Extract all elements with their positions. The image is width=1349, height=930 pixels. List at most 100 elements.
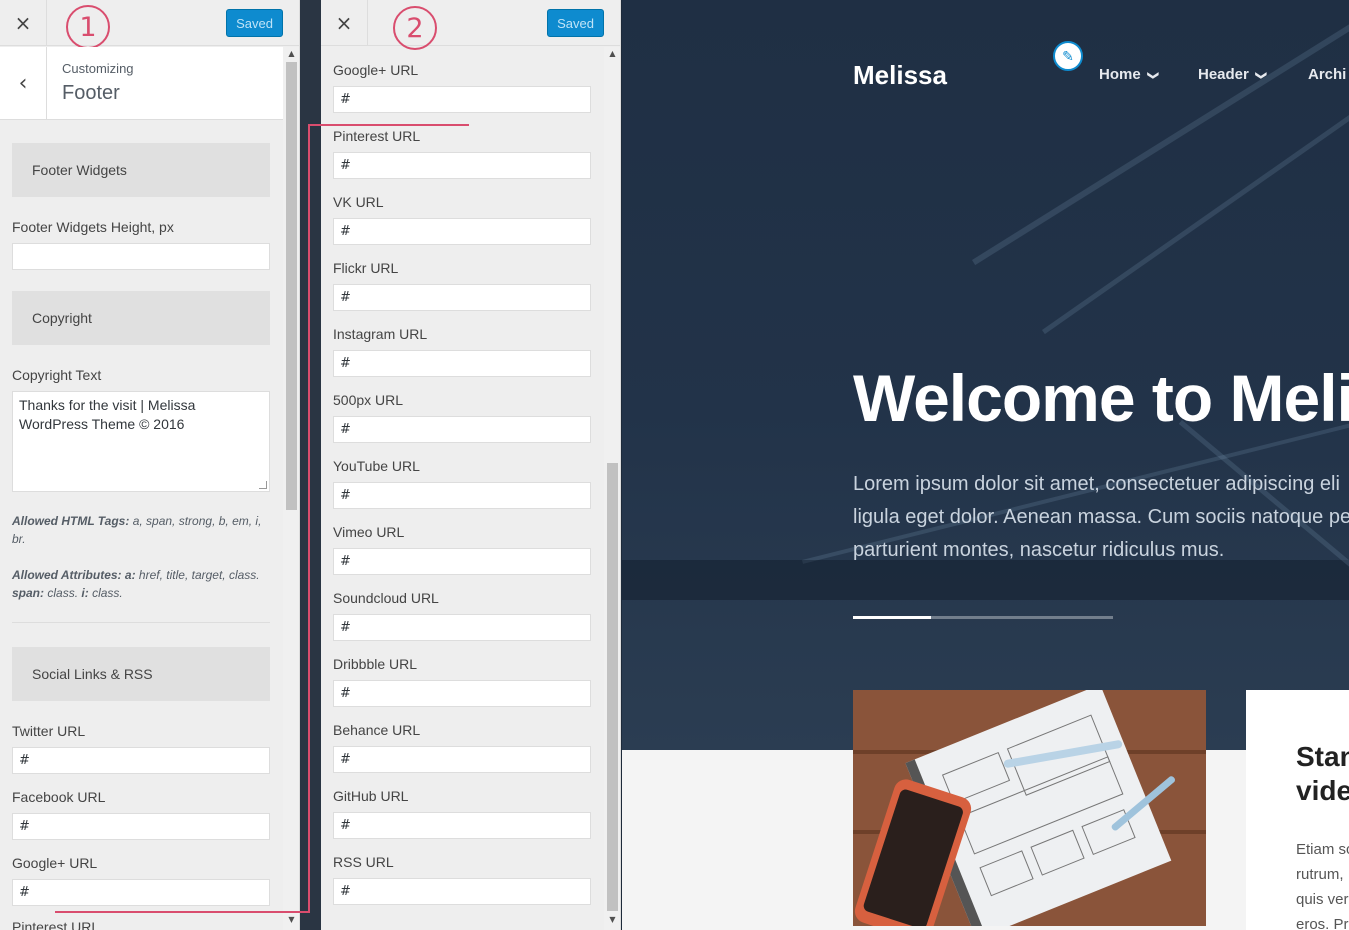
attr-i-label: i:	[81, 586, 89, 600]
flickr-url-input[interactable]: #	[333, 284, 591, 311]
instagram-url-input[interactable]: #	[333, 350, 591, 377]
card-text-line: quis ver	[1296, 891, 1349, 908]
customizer-panel-scrolled: × 2 Saved Google+ URL # Pinterest URL # VK U…	[321, 0, 621, 930]
customizer-topbar: × 2 Saved	[321, 0, 620, 50]
resize-handle[interactable]	[259, 481, 267, 489]
copyright-text-label: Copyright Text	[12, 367, 102, 383]
copyright-section: Copyright	[12, 291, 270, 345]
scroll-up-arrow-icon[interactable]: ▲	[604, 47, 620, 59]
annotation-connector-top	[308, 124, 469, 126]
hero-text-line: ligula eget dolor. Aenean massa. Cum soc…	[853, 506, 1349, 528]
behance-url-label: Behance URL	[333, 722, 421, 738]
500px-url-input[interactable]: #	[333, 416, 591, 443]
soundcloud-url-input[interactable]: #	[333, 614, 591, 641]
scrollbar-thumb[interactable]	[286, 62, 297, 510]
youtube-url-input[interactable]: #	[333, 482, 591, 509]
customizer-topbar: × 1 Saved	[0, 0, 299, 49]
nav-item-home[interactable]: Home ❯	[1099, 66, 1159, 83]
site-logo-text[interactable]: Melissa	[853, 60, 947, 91]
vk-url-label: VK URL	[333, 194, 384, 210]
rss-url-label: RSS URL	[333, 854, 394, 870]
slider-progress-bar[interactable]	[853, 616, 1113, 619]
attr-a-label: a:	[124, 568, 136, 582]
step-number-badge: 1	[66, 5, 110, 49]
allowed-tags-note: Allowed HTML Tags: a, span, strong, b, e…	[12, 512, 270, 548]
scroll-up-arrow-icon[interactable]: ▲	[283, 47, 299, 59]
site-preview: Melissa ✎ Home ❯ Header ❯ Archi Welcome to…	[622, 0, 1349, 930]
copyright-text-textarea[interactable]: Thanks for the visit | Melissa WordPress…	[12, 391, 270, 492]
card-text-line: eros. Pr	[1296, 916, 1349, 930]
facebook-url-input[interactable]: #	[12, 813, 270, 840]
scrollbar-thumb[interactable]	[607, 463, 618, 911]
nav-item-header[interactable]: Header ❯	[1198, 66, 1267, 83]
annotation-connector-bottom	[55, 911, 309, 913]
annotation-connector-vertical	[308, 125, 310, 913]
allowed-tags-label: Allowed HTML Tags:	[12, 514, 130, 528]
divider	[12, 622, 270, 623]
twitter-url-input[interactable]: #	[12, 747, 270, 774]
hero-text-line: parturient montes, nascetur ridiculus mu…	[853, 539, 1225, 561]
behance-url-input[interactable]: #	[333, 746, 591, 773]
facebook-url-label: Facebook URL	[12, 789, 106, 805]
soundcloud-url-label: Soundcloud URL	[333, 590, 439, 606]
google-url-input[interactable]: #	[333, 86, 591, 113]
youtube-url-label: YouTube URL	[333, 458, 420, 474]
nav-label: Home	[1099, 66, 1141, 83]
scroll-down-arrow-icon[interactable]: ▼	[283, 913, 299, 925]
vimeo-url-input[interactable]: #	[333, 548, 591, 575]
widgets-height-input[interactable]	[12, 243, 270, 270]
pinterest-url-input[interactable]: #	[333, 152, 591, 179]
saved-button[interactable]: Saved	[226, 9, 283, 37]
nav-label: Archi	[1308, 66, 1347, 83]
allowed-attributes-note: Allowed Attributes: a: href, title, targ…	[12, 566, 270, 602]
vimeo-url-label: Vimeo URL	[333, 524, 405, 540]
github-url-label: GitHub URL	[333, 788, 409, 804]
vk-url-input[interactable]: #	[333, 218, 591, 245]
googleplus-url-input[interactable]: #	[12, 879, 270, 906]
googleplus-url-label: Google+ URL	[12, 855, 98, 871]
background-beam	[972, 0, 1349, 266]
social-links-section: Social Links & RSS	[12, 647, 270, 701]
twitter-url-label: Twitter URL	[12, 723, 86, 739]
card-text-line: rutrum,	[1296, 866, 1344, 883]
customizer-panel-footer: × 1 Saved ‹ Customizing Footer Footer Wi…	[0, 0, 300, 930]
copyright-text-value: Thanks for the visit | Melissa WordPress…	[19, 397, 196, 432]
pinterest-url-label: Pinterest URL	[333, 128, 421, 144]
card-title-line: Stan	[1296, 741, 1349, 772]
customizing-label: Customizing	[62, 61, 134, 76]
background-beam	[1042, 66, 1349, 335]
nav-item-archive[interactable]: Archi	[1308, 66, 1346, 83]
close-customizer-button[interactable]: ×	[0, 0, 47, 46]
close-icon: ×	[14, 11, 32, 35]
panel1-scrollbar[interactable]: ▲ ▼	[283, 47, 299, 930]
post-card-title[interactable]: Stan vide	[1296, 740, 1349, 808]
preview-backdrop-strip	[300, 0, 321, 930]
hero-section: Melissa ✎ Home ❯ Header ❯ Archi Welcome to…	[622, 0, 1349, 750]
close-customizer-button[interactable]: ×	[321, 0, 368, 46]
chevron-left-icon: ‹	[18, 70, 28, 96]
github-url-input[interactable]: #	[333, 812, 591, 839]
widgets-height-label: Footer Widgets Height, px	[12, 219, 174, 235]
pencil-icon[interactable]: ✎	[1053, 41, 1083, 71]
step-number-badge: 2	[393, 6, 437, 50]
post-thumbnail-image[interactable]	[853, 690, 1206, 926]
panel2-scrollbar[interactable]: ▲ ▼	[604, 47, 620, 930]
attr-i-value: class.	[92, 586, 123, 600]
hero-title: Welcome to Meli	[853, 361, 1349, 435]
hero-text: Lorem ipsum dolor sit amet, consectetuer…	[853, 468, 1349, 567]
footer-widgets-section: Footer Widgets	[12, 143, 270, 197]
flickr-url-label: Flickr URL	[333, 260, 399, 276]
section-title: Footer	[62, 82, 120, 104]
attr-a-value: href, title, target, class.	[138, 568, 260, 582]
nav-label: Header	[1198, 66, 1249, 83]
attr-span-label: span:	[12, 586, 45, 600]
dribbble-url-input[interactable]: #	[333, 680, 591, 707]
rss-url-input[interactable]: #	[333, 878, 591, 905]
dribbble-url-label: Dribbble URL	[333, 656, 418, 672]
hero-text-line: Lorem ipsum dolor sit amet, consectetuer…	[853, 473, 1340, 495]
saved-button[interactable]: Saved	[547, 9, 604, 37]
back-button[interactable]: ‹	[0, 47, 47, 119]
google-url-label: Google+ URL	[333, 62, 419, 78]
scroll-down-arrow-icon[interactable]: ▼	[604, 913, 620, 925]
post-card[interactable]: Stan vide Etiam sc rutrum, quis ver eros…	[1246, 690, 1349, 930]
